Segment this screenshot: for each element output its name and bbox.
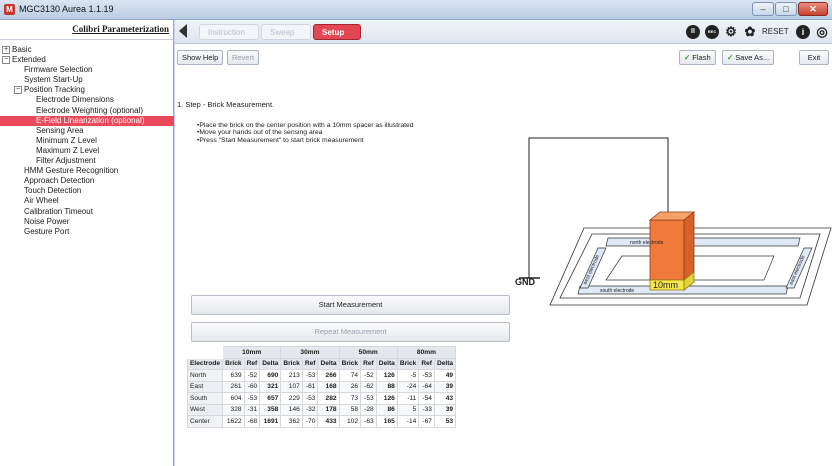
repeat-measurement-button[interactable]: Repeat Measurement <box>191 322 510 342</box>
check-icon: ✓ <box>684 53 691 62</box>
sidebar-title[interactable]: Colibri Parameterization <box>72 24 169 34</box>
collapse-icon[interactable]: − <box>14 86 22 95</box>
back-arrow-icon[interactable] <box>179 24 187 38</box>
tab-instruction[interactable]: Instruction <box>199 24 259 40</box>
brick <box>649 219 685 281</box>
window-title: MGC3130 Aurea 1.1.19 <box>19 4 114 14</box>
app-icon: M <box>4 4 15 15</box>
tree-item-touch-detection[interactable]: Touch Detection <box>0 186 174 196</box>
table-row: Center 1622 -68 1691 362 -70 433 102 -63 165 -… <box>186 415 457 428</box>
tree-item-noise-power[interactable]: Noise Power <box>0 217 174 227</box>
group-header: 50mm <box>338 346 398 359</box>
table-row: East 261 -60 321 107 -61 168 26 -62 88 -24 -64 3… <box>186 380 457 393</box>
step-title: 1. Step - Brick Measurement. <box>177 100 275 109</box>
column-header: Ref <box>243 357 261 370</box>
tree-item-extended[interactable]: − Extended <box>0 55 174 65</box>
pause-icon[interactable]: II <box>686 25 700 39</box>
tree-item-hmm-gesture-recognition[interactable]: HMM Gesture Recognition <box>0 166 174 176</box>
tree-item-efield-linearization[interactable]: E-Field Linearization (optional) <box>0 115 174 126</box>
settings-icon[interactable]: ✿ <box>743 25 757 39</box>
tab-setup[interactable]: Setup <box>313 24 361 40</box>
parameter-tree: + Basic − Extended Firmware Selection Syst… <box>0 45 174 237</box>
expand-icon[interactable]: + <box>2 45 10 54</box>
table-row: North 639 -52 690 213 -53 266 74 -52 126 -5 -53… <box>186 369 457 382</box>
tree-item-position-tracking[interactable]: − Position Tracking <box>0 85 174 95</box>
tree-item-basic[interactable]: + Basic <box>0 45 174 55</box>
gnd-label: GND <box>515 277 535 287</box>
column-header: Brick <box>222 357 245 370</box>
north-electrode-label: north electrode <box>630 240 664 246</box>
group-header: 30mm <box>280 346 340 359</box>
show-help-button[interactable]: Show Help <box>177 50 224 65</box>
group-header: 80mm <box>396 346 457 359</box>
record-icon[interactable]: REC <box>705 25 719 39</box>
exit-button[interactable]: Exit <box>799 50 829 65</box>
tree-item-sensing-area[interactable]: Sensing Area <box>0 126 174 136</box>
globe-icon[interactable]: ◎ <box>815 25 829 39</box>
maximize-button[interactable]: □ <box>775 2 797 16</box>
table-column-header: Electrode Brick Ref Delta Brick Ref Delt… <box>186 357 457 370</box>
minimize-button[interactable]: – <box>752 2 774 16</box>
column-header: Delta <box>433 357 457 370</box>
instruction-list: •Place the brick on the center position … <box>197 122 414 144</box>
column-header: Brick <box>280 357 303 370</box>
column-header: Ref <box>418 357 435 370</box>
instruction-item: •Place the brick on the center position … <box>197 122 414 129</box>
collapse-icon[interactable]: − <box>2 55 10 64</box>
tree-item-calibration-timeout[interactable]: Calibration Timeout <box>0 207 174 217</box>
table-group-header: 10mm 30mm 50mm 80mm <box>186 346 457 359</box>
tree-item-air-wheel[interactable]: Air Wheel <box>0 196 174 206</box>
tree-item-minimum-z-level[interactable]: Minimum Z Level <box>0 136 174 146</box>
tree-item-electrode-dimensions[interactable]: Electrode Dimensions <box>0 95 174 105</box>
column-header: Ref <box>360 357 377 370</box>
sidebar: Colibri Parameterization + Basic − Extende… <box>0 20 174 466</box>
column-header: Electrode <box>186 357 224 370</box>
revert-button[interactable]: Revert <box>227 50 260 65</box>
south-electrode-label: south electrode <box>600 288 634 294</box>
tree-item-filter-adjustment[interactable]: Filter Adjustment <box>0 156 174 166</box>
brick-measurement-diagram: 10mm north electrode south electrode wes… <box>519 137 832 306</box>
measurement-table: 10mm 30mm 50mm 80mm Electrode Brick Ref … <box>186 346 457 428</box>
check-icon: ✓ <box>727 53 734 62</box>
usb-icon[interactable]: ⚙ <box>724 25 738 39</box>
column-header: Delta <box>259 357 282 370</box>
table-row: West 328 -31 358 146 -32 178 58 -28 86 5 -33 39 <box>186 403 457 416</box>
save-as-button[interactable]: ✓ Save As... <box>722 50 775 65</box>
tree-item-firmware-selection[interactable]: Firmware Selection <box>0 65 174 75</box>
sidebar-header: Colibri Parameterization <box>0 20 173 40</box>
tab-bar: Instruction Sweep Setup II REC ⚙ ✿ RESET… <box>175 20 832 44</box>
main-panel: Instruction Sweep Setup II REC ⚙ ✿ RESET… <box>175 20 832 466</box>
column-header: Brick <box>338 357 362 370</box>
tree-item-maximum-z-level[interactable]: Maximum Z Level <box>0 146 174 156</box>
column-header: Delta <box>317 357 340 370</box>
tree-item-gesture-port[interactable]: Gesture Port <box>0 227 174 237</box>
instruction-item: •Move your hands out of the sensing area <box>197 129 323 137</box>
column-header: Brick <box>396 357 420 370</box>
info-icon[interactable]: i <box>796 25 810 39</box>
start-measurement-button[interactable]: Start Measurement <box>191 295 510 315</box>
reset-button[interactable]: RESET <box>762 27 789 36</box>
group-header: 10mm <box>222 346 282 359</box>
column-header: Ref <box>301 357 319 370</box>
tab-sweep[interactable]: Sweep <box>261 24 311 40</box>
close-button[interactable]: ✕ <box>798 2 828 16</box>
table-row: South 604 -53 657 229 -53 282 73 -53 126 -11 -5… <box>186 392 457 405</box>
tree-item-system-start-up[interactable]: System Start-Up <box>0 75 174 85</box>
flash-button[interactable]: ✓ Flash <box>679 50 716 65</box>
spacer-label: 10mm <box>653 280 678 290</box>
instruction-item: •Press "Start Measurement" to start bric… <box>197 136 364 144</box>
column-header: Delta <box>375 357 398 370</box>
tree-item-electrode-weighting[interactable]: Electrode Weighting (optional) <box>0 106 174 116</box>
title-bar: M MGC3130 Aurea 1.1.19 – □ ✕ <box>0 0 832 20</box>
tree-item-approach-detection[interactable]: Approach Detection <box>0 176 174 186</box>
